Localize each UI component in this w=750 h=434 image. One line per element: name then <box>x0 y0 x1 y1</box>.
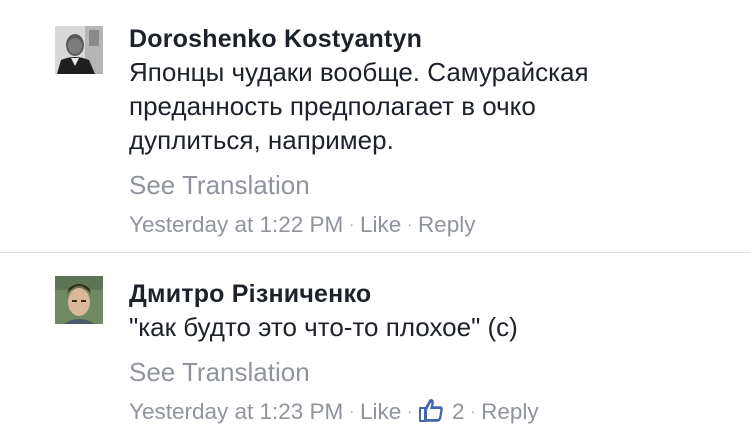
meta-separator: · <box>349 403 354 419</box>
meta-separator: · <box>470 403 476 419</box>
reply-button[interactable]: Reply <box>481 397 539 427</box>
avatar[interactable] <box>55 276 103 324</box>
meta-separator: · <box>349 216 354 232</box>
comment-text-line: дуплиться, например. <box>129 125 394 155</box>
comment-meta: Yesterday at 1:22 PM · Like · Reply <box>129 210 730 240</box>
comment-author[interactable]: Дмитро Різниченко <box>129 277 730 311</box>
avatar[interactable] <box>55 26 103 74</box>
see-translation-link[interactable]: See Translation <box>129 355 730 389</box>
like-button[interactable]: Like <box>360 397 401 427</box>
comment-timestamp[interactable]: Yesterday at 1:23 PM <box>129 397 343 427</box>
like-count[interactable]: 2 <box>452 397 465 427</box>
comment-item: Дмитро Різниченко "как будто это что-то … <box>0 253 750 434</box>
like-button[interactable]: Like <box>360 210 401 240</box>
comment-meta: Yesterday at 1:23 PM · Like · 2 · Reply <box>129 397 730 427</box>
meta-separator: · <box>407 216 412 232</box>
comment-item: Doroshenko Kostyantyn Японцы чудаки вооб… <box>0 0 750 252</box>
comment-text-line: Японцы чудаки вообще. Самурайская <box>129 57 589 87</box>
comment-body: Дмитро Різниченко "как будто это что-то … <box>129 277 730 427</box>
reply-button[interactable]: Reply <box>418 210 476 240</box>
comment-text: Японцы чудаки вообще. Самурайская предан… <box>129 55 730 157</box>
comment-body: Doroshenko Kostyantyn Японцы чудаки вооб… <box>129 22 730 240</box>
comment-text: "как будто это что-то плохое" (с) <box>129 310 730 344</box>
comment-text-line: преданность предполагает в очко <box>129 91 536 121</box>
comment-timestamp[interactable]: Yesterday at 1:22 PM <box>129 210 343 240</box>
avatar-photo <box>55 26 103 74</box>
thumbs-up-icon[interactable] <box>418 397 444 423</box>
comment-text-line: "как будто это что-то плохое" (с) <box>129 312 518 342</box>
meta-separator: · <box>407 403 412 419</box>
comment-author[interactable]: Doroshenko Kostyantyn <box>129 22 730 56</box>
avatar-photo <box>55 276 103 324</box>
see-translation-link[interactable]: See Translation <box>129 168 730 202</box>
